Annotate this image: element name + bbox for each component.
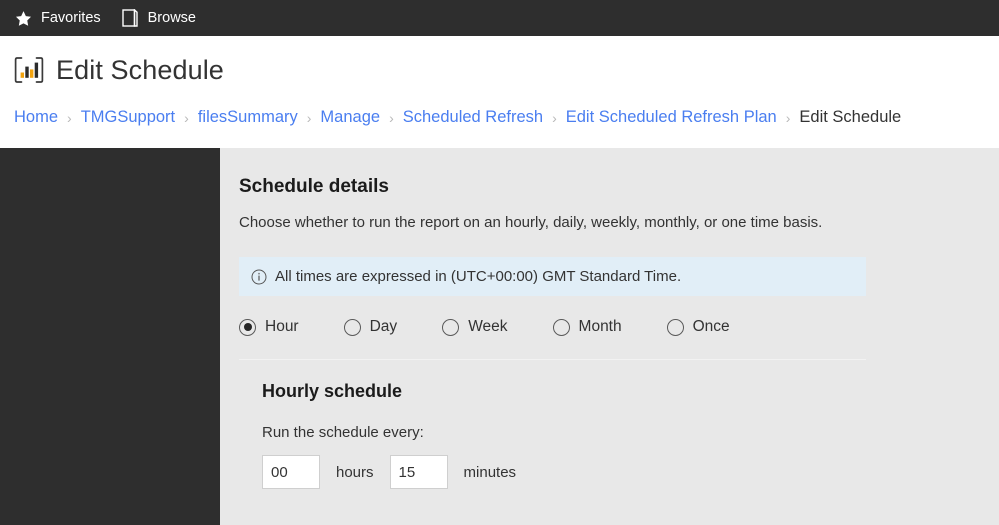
hourly-schedule-section: Hourly schedule Run the schedule every: … <box>239 360 999 489</box>
top-navigation-bar: Favorites Browse <box>0 0 999 36</box>
radio-mark-day[interactable] <box>343 318 361 336</box>
timezone-info-banner: All times are expressed in (UTC+00:00) G… <box>239 257 866 296</box>
page-title: Edit Schedule <box>56 54 224 85</box>
interval-field-row: hours minutes <box>262 455 999 489</box>
radio-mark-hour[interactable] <box>239 318 256 336</box>
breadcrumb-separator: › <box>552 109 557 126</box>
page-header: Edit Schedule Home › TMGSupport › filesS… <box>0 36 999 148</box>
radio-option-month[interactable]: Month <box>552 318 622 336</box>
breadcrumb-item-filessummary[interactable]: filesSummary <box>198 108 298 127</box>
radio-mark-once[interactable] <box>666 318 684 336</box>
breadcrumb-separator: › <box>184 109 189 126</box>
frequency-radio-group: Hour Day Week Month Once <box>239 318 866 360</box>
breadcrumb-item-edit-schedule-current: Edit Schedule <box>799 108 902 126</box>
breadcrumb-item-home[interactable]: Home <box>14 108 58 127</box>
power-bi-report-icon <box>14 56 44 84</box>
left-sidebar <box>0 148 220 525</box>
radio-option-day[interactable]: Day <box>343 318 398 336</box>
minutes-input[interactable] <box>389 455 448 489</box>
run-schedule-every-label: Run the schedule every: <box>262 424 424 441</box>
timezone-info-text: All times are expressed in (UTC+00:00) G… <box>275 268 682 285</box>
topbar-item-favorites[interactable]: Favorites <box>8 0 115 36</box>
radio-label-hour: Hour <box>265 318 299 335</box>
breadcrumb-separator: › <box>67 109 72 126</box>
topbar-item-browse-label: Browse <box>147 9 196 26</box>
radio-option-hour[interactable]: Hour <box>239 318 299 336</box>
breadcrumb-item-edit-scheduled-refresh-plan[interactable]: Edit Scheduled Refresh Plan <box>566 108 777 127</box>
breadcrumb-item-tmgsupport[interactable]: TMGSupport <box>81 108 175 127</box>
section-description: Choose whether to run the report on an h… <box>239 214 823 231</box>
section-title-schedule-details: Schedule details <box>239 176 389 197</box>
radio-label-once: Once <box>692 318 730 335</box>
breadcrumb-item-scheduled-refresh[interactable]: Scheduled Refresh <box>403 108 543 127</box>
info-circle-icon <box>251 269 267 285</box>
page-title-row: Edit Schedule <box>14 50 999 90</box>
hours-unit-label: hours <box>336 463 374 481</box>
breadcrumb: Home › TMGSupport › filesSummary › Manag… <box>14 108 999 127</box>
star-icon <box>12 7 34 29</box>
breadcrumb-item-manage[interactable]: Manage <box>320 108 380 127</box>
hours-input[interactable] <box>262 455 320 489</box>
browse-page-icon <box>119 7 141 29</box>
radio-mark-month[interactable] <box>552 318 570 336</box>
breadcrumb-separator: › <box>306 109 312 126</box>
topbar-item-browse[interactable]: Browse <box>115 0 210 36</box>
radio-mark-week[interactable] <box>442 318 460 336</box>
radio-option-week[interactable]: Week <box>442 318 508 336</box>
breadcrumb-separator: › <box>389 109 394 126</box>
main-content-panel: Schedule details Choose whether to run t… <box>220 148 999 525</box>
radio-label-month: Month <box>578 318 622 335</box>
topbar-item-favorites-label: Favorites <box>41 9 101 26</box>
hourly-schedule-title: Hourly schedule <box>262 381 403 401</box>
page-body: Schedule details Choose whether to run t… <box>0 148 999 525</box>
radio-option-once[interactable]: Once <box>666 318 730 336</box>
breadcrumb-separator: › <box>785 109 791 126</box>
radio-label-day: Day <box>369 318 398 335</box>
radio-label-week: Week <box>468 318 508 335</box>
minutes-unit-label: minutes <box>463 463 517 481</box>
